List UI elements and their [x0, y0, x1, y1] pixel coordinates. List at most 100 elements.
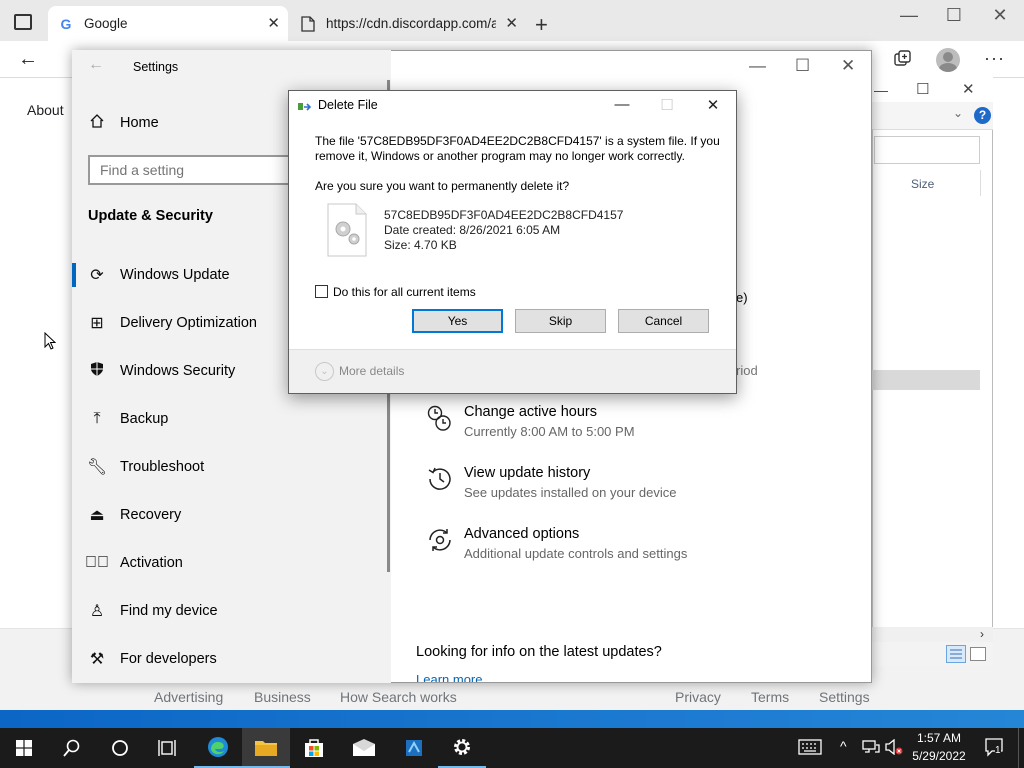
minimize-icon[interactable]: — [886, 5, 932, 26]
notification-count: 1 [995, 745, 1001, 756]
size-column-header[interactable]: Size [911, 177, 934, 191]
footer-terms-link[interactable]: Terms [751, 689, 789, 705]
tab-discord-cdn[interactable]: https://cdn.discordapp.com/atta ✕ [290, 6, 526, 41]
footer-privacy-link[interactable]: Privacy [675, 689, 721, 705]
details-view-icon[interactable] [946, 645, 966, 663]
maximize-icon[interactable]: ☐ [795, 56, 810, 76]
nav-label: Activation [120, 555, 183, 571]
horizontal-scrollbar[interactable] [872, 627, 993, 642]
do-for-all-label[interactable]: Do this for all current items [333, 285, 476, 299]
maximize-icon[interactable]: ☐ [931, 5, 977, 26]
clock-time[interactable]: 1:57 AM [916, 731, 962, 745]
network-icon[interactable] [862, 739, 880, 758]
nav-home-label: Home [120, 115, 159, 131]
keyboard-icon[interactable] [798, 739, 822, 758]
avatar[interactable] [936, 48, 960, 72]
nav-find-my-device[interactable]: ♙ Find my device [72, 587, 391, 635]
explorer-search-input[interactable] [874, 136, 980, 164]
show-desktop-button[interactable] [1018, 728, 1019, 768]
close-icon[interactable]: ✕ [977, 5, 1023, 26]
app-icon[interactable] [390, 728, 438, 768]
tab-title: https://cdn.discordapp.com/atta [326, 16, 496, 31]
advanced-options-subtitle: Additional update controls and settings [464, 546, 688, 561]
maximize-icon[interactable]: ☐ [916, 80, 929, 98]
tiles-view-icon[interactable] [970, 647, 986, 661]
nav-label: Backup [120, 411, 169, 427]
column-divider [980, 170, 981, 196]
footer-business-link[interactable]: Business [254, 689, 311, 705]
scroll-right-icon[interactable]: › [980, 627, 984, 641]
chevron-down-icon[interactable]: ⌄ [953, 106, 963, 120]
backup-icon: ⤒ [93, 410, 101, 427]
explorer-titlebar [872, 76, 993, 102]
collections-icon[interactable] [893, 50, 913, 68]
close-tab-icon[interactable]: ✕ [267, 14, 280, 32]
cortana-icon[interactable] [96, 728, 144, 768]
new-tab-icon[interactable]: + [535, 12, 548, 38]
change-active-hours-link[interactable]: Change active hours [464, 404, 597, 420]
file-explorer-icon[interactable] [242, 728, 290, 768]
footer-settings-link[interactable]: Settings [819, 689, 870, 705]
view-update-history-link[interactable]: View update history [464, 465, 590, 481]
file-size: Size: 4.70 KB [384, 238, 457, 252]
store-icon[interactable] [290, 728, 338, 768]
dialog-message-line2: remove it, Windows or another program ma… [315, 149, 685, 163]
about-link[interactable]: About [27, 102, 64, 118]
find-setting-input[interactable] [88, 155, 318, 185]
more-details-link[interactable]: More details [339, 364, 404, 378]
back-arrow-icon[interactable]: ← [88, 56, 104, 74]
more-icon[interactable]: ··· [984, 48, 1005, 69]
nav-troubleshoot[interactable]: 🔧︎ Troubleshoot [72, 443, 391, 491]
close-icon[interactable]: ✕ [962, 80, 975, 98]
page-icon [300, 15, 316, 32]
settings-gear-icon[interactable] [438, 728, 486, 768]
person-icon: ♙ [89, 603, 105, 620]
close-tab-icon[interactable]: ✕ [505, 14, 518, 32]
nav-recovery[interactable]: ⏏ Recovery [72, 491, 391, 539]
selected-file-row[interactable] [872, 370, 980, 390]
refresh-icon: ⟳ [90, 267, 104, 284]
chevron-up-icon[interactable]: ^ [840, 738, 847, 754]
clipped-text: e) [736, 290, 748, 305]
desktop-background [0, 710, 1024, 728]
cancel-button[interactable]: Cancel [618, 309, 709, 333]
gear-refresh-icon [426, 526, 454, 554]
learn-more-link[interactable]: Learn more [416, 672, 482, 682]
minimize-icon[interactable]: — [607, 96, 637, 113]
active-hours-subtitle: Currently 8:00 AM to 5:00 PM [464, 424, 635, 439]
tools-icon: ⚒ [89, 651, 105, 668]
volume-muted-icon[interactable] [884, 738, 904, 758]
tab-actions-icon[interactable] [14, 14, 32, 30]
mail-icon[interactable] [340, 728, 388, 768]
search-icon[interactable] [48, 728, 96, 768]
task-view-icon[interactable] [144, 728, 192, 768]
clock-icon [426, 404, 454, 432]
google-favicon-icon: G [60, 15, 72, 32]
footer-advertising-link[interactable]: Advertising [154, 689, 223, 705]
minimize-icon[interactable]: — [874, 82, 888, 98]
nav-for-developers[interactable]: ⚒ For developers [72, 635, 391, 683]
footer-how-search-works-link[interactable]: How Search works [340, 689, 457, 705]
nav-activation[interactable]: ✓⃝ Activation [72, 539, 391, 587]
clock-date[interactable]: 5/29/2022 [908, 749, 970, 763]
nav-label: Windows Security [120, 363, 236, 379]
tab-google[interactable]: G Google ✕ [48, 6, 288, 41]
nav-backup[interactable]: ⤒ Backup [72, 395, 391, 443]
back-arrow-icon[interactable]: ← [18, 48, 38, 71]
advanced-options-link[interactable]: Advanced options [464, 526, 579, 542]
section-title: Update & Security [88, 208, 213, 224]
help-icon[interactable]: ? [974, 107, 991, 124]
close-icon[interactable]: ✕ [698, 96, 728, 114]
minimize-icon[interactable]: — [749, 56, 766, 76]
notification-icon[interactable]: 1 [984, 737, 1004, 757]
yes-button[interactable]: Yes [412, 309, 503, 333]
chevron-down-icon[interactable]: ⌄ [315, 362, 334, 381]
mouse-cursor-icon [44, 331, 57, 350]
edge-browser-icon[interactable] [194, 728, 242, 768]
start-button[interactable] [0, 728, 48, 768]
settings-window-title: Settings [133, 60, 179, 74]
skip-button[interactable]: Skip [515, 309, 606, 333]
do-for-all-checkbox[interactable] [315, 285, 328, 298]
close-icon[interactable]: ✕ [841, 56, 855, 76]
delete-file-icon [298, 100, 312, 112]
